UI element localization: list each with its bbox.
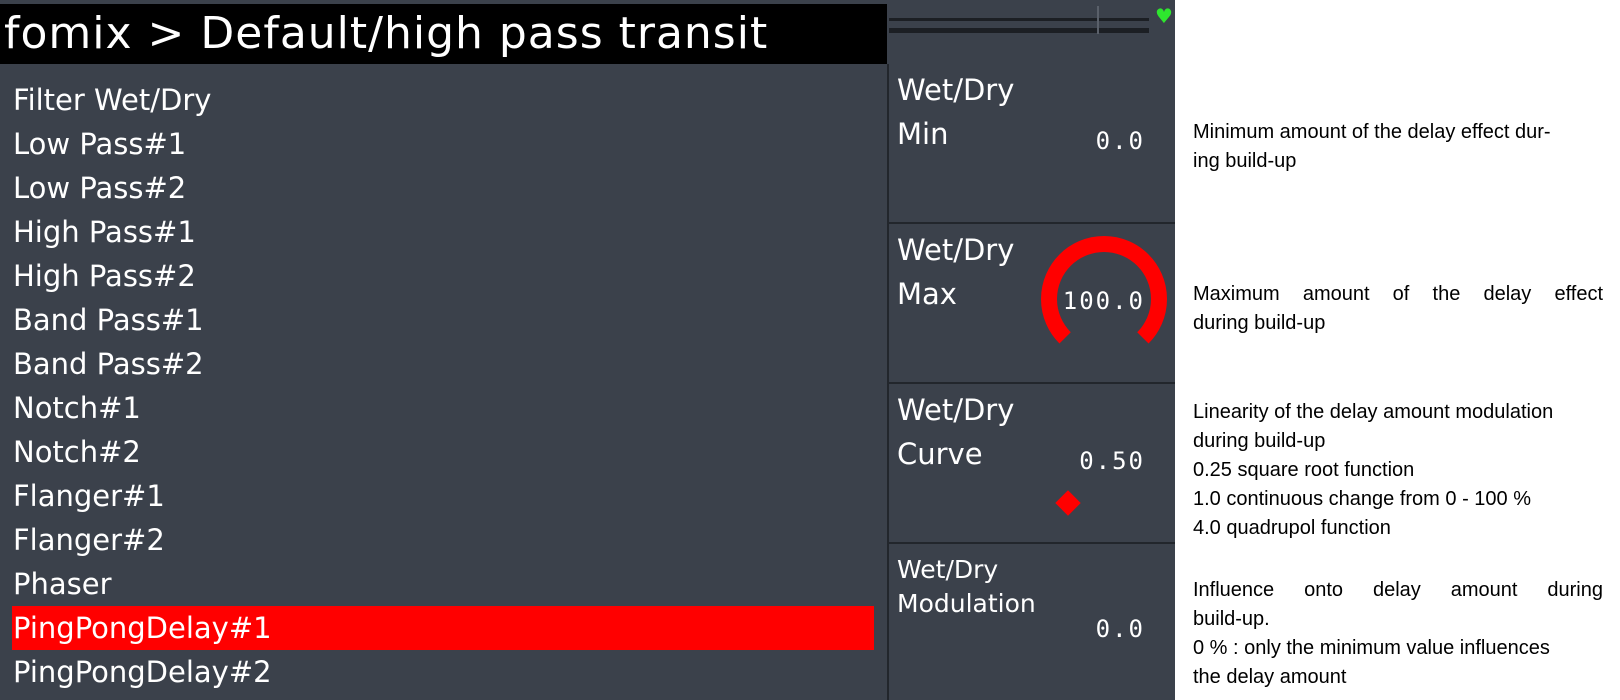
param-wet-dry-modulation[interactable]: Wet/Dry Modulation 0.0 xyxy=(889,544,1175,700)
list-item-notch-1[interactable]: Notch#1 xyxy=(12,386,874,430)
list-item-notch-2[interactable]: Notch#2 xyxy=(12,430,874,474)
param-label: Curve xyxy=(897,437,983,471)
page-title: fomix > Default/high pass transit xyxy=(4,8,769,59)
list-item-low-pass-2[interactable]: Low Pass#2 xyxy=(12,166,874,210)
help-line: 1.0 continuous change from 0 - 100 % xyxy=(1193,488,1531,510)
list-item-band-pass-1[interactable]: Band Pass#1 xyxy=(12,298,874,342)
heart-icon: ♥ xyxy=(1155,4,1173,28)
list-item-high-pass-2[interactable]: High Pass#2 xyxy=(12,254,874,298)
help-text-min: Minimum amount of the delay effect dur- … xyxy=(1193,118,1603,176)
help-line: Influence onto delay amount during xyxy=(1193,579,1603,601)
help-line: during build-up xyxy=(1193,430,1326,452)
list-item-phaser[interactable]: Phaser xyxy=(12,562,874,606)
help-line: Linearity of the delay amount modulation xyxy=(1193,401,1554,423)
list-item-flanger-1[interactable]: Flanger#1 xyxy=(12,474,874,518)
param-label: Min xyxy=(897,117,949,151)
help-line: 4.0 quadrupol function xyxy=(1193,517,1391,539)
param-label: Max xyxy=(897,277,957,311)
list-item-flanger-2[interactable]: Flanger#2 xyxy=(12,518,874,562)
param-label: Wet/Dry xyxy=(897,233,1015,267)
help-line: Minimum amount of the delay effect dur- xyxy=(1193,121,1551,143)
help-line: 0 % : only the minimum value influences xyxy=(1193,637,1550,659)
list-item-pingpongdelay-1[interactable]: PingPongDelay#1 xyxy=(12,606,874,650)
value-indicator xyxy=(1055,490,1081,516)
list-item-pingpongdelay-2[interactable]: PingPongDelay#2 xyxy=(12,650,874,694)
param-label: Wet/Dry xyxy=(897,393,1015,427)
help-line: Maximum amount of the delay effect xyxy=(1193,283,1603,305)
param-label: Modulation xyxy=(897,589,1036,618)
param-value: 100.0 xyxy=(1062,287,1145,315)
param-value: 0.0 xyxy=(1095,615,1145,643)
level-meter-top xyxy=(889,18,1149,21)
help-line: ing build-up xyxy=(1193,150,1297,172)
list-item-filter-wet-dry[interactable]: Filter Wet/Dry xyxy=(12,78,874,122)
param-label: Wet/Dry xyxy=(897,73,1015,107)
param-wet-dry-max[interactable]: Wet/Dry Max 100.0 xyxy=(889,224,1175,384)
device-screen: fomix > Default/high pass transit ♥ Filt… xyxy=(0,0,1175,700)
help-line: build-up. xyxy=(1193,608,1270,630)
list-item-low-pass-1[interactable]: Low Pass#1 xyxy=(12,122,874,166)
help-text-curve: Linearity of the delay amount modulation… xyxy=(1193,398,1603,543)
help-text-max: Maximum amount of the delay effect durin… xyxy=(1193,280,1603,338)
param-wet-dry-curve[interactable]: Wet/Dry Curve 0.50 xyxy=(889,384,1175,544)
help-text-modulation: Influence onto delay amount during build… xyxy=(1193,576,1603,692)
list-item-band-pass-2[interactable]: Band Pass#2 xyxy=(12,342,874,386)
meter-marker xyxy=(1097,6,1099,34)
help-line: the delay amount xyxy=(1193,666,1347,688)
help-line: during build-up xyxy=(1193,312,1326,334)
param-wet-dry-min[interactable]: Wet/Dry Min 0.0 xyxy=(889,64,1175,224)
level-meter-bottom xyxy=(889,28,1149,33)
param-value: 0.50 xyxy=(1079,447,1145,475)
level-meters: ♥ xyxy=(887,4,1175,64)
help-line: 0.25 square root function xyxy=(1193,459,1415,481)
title-bar: fomix > Default/high pass transit xyxy=(0,4,887,64)
param-value: 0.0 xyxy=(1095,127,1145,155)
list-item-high-pass-1[interactable]: High Pass#1 xyxy=(12,210,874,254)
